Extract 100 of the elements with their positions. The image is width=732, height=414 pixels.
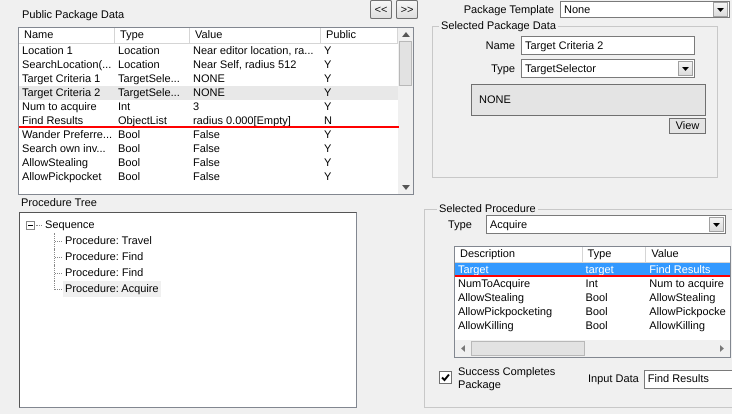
table-cell-text: Wander Preferre... <box>21 128 114 142</box>
table-row[interactable]: NumToAcquire Int Num to acquire <box>455 277 730 291</box>
column-header[interactable]: Type <box>115 28 190 43</box>
left-arrow-icon[interactable] <box>461 345 465 352</box>
table-cell-text: Bool <box>117 156 142 170</box>
table-row[interactable]: AllowKilling Bool AllowKilling <box>455 319 730 333</box>
scroll-thumb[interactable] <box>399 41 412 86</box>
table-row[interactable]: Num to acquire Int 3 Y <box>19 100 398 114</box>
table-cell-text: Bool <box>117 128 142 142</box>
table-cell-text: Target <box>457 263 490 277</box>
down-arrow-icon[interactable] <box>402 185 410 190</box>
input-data-dropdown[interactable]: Find Results <box>644 370 732 388</box>
field-label: Type <box>448 218 472 230</box>
checkbox[interactable] <box>439 371 452 384</box>
field-label: Package Template <box>464 4 554 16</box>
column-header[interactable]: Value <box>190 28 321 43</box>
scroll-thumb[interactable] <box>471 341 585 356</box>
table-cell-text: AllowStealing <box>648 291 716 305</box>
template-dropdown[interactable]: None <box>560 1 730 18</box>
table-cell-text: Find Results <box>648 263 712 277</box>
table-cell-text: AllowKilling <box>457 319 515 333</box>
type-dropdown[interactable]: TargetSelector <box>521 59 695 78</box>
table-cell-text: AllowStealing <box>21 156 90 170</box>
table-cell-text: Y <box>323 72 332 86</box>
section-title: Public Package Data <box>22 9 124 21</box>
field-label: Input Data <box>588 373 639 385</box>
field-label: Name <box>486 40 515 52</box>
table-cell-text: ObjectList <box>117 114 168 128</box>
table-cell-text: NumToAcquire <box>457 277 532 291</box>
vertical-scrollbar[interactable] <box>398 28 413 194</box>
table-cell-text: Near Self, radius 512 <box>192 58 298 72</box>
value-button[interactable]: NONE <box>471 84 706 116</box>
type-dropdown[interactable]: Acquire <box>486 215 726 234</box>
dropdown-arrow-icon <box>712 222 720 226</box>
table-cell-text: target <box>584 263 615 277</box>
table-row[interactable]: Find Results ObjectList radius 0.000[Empty] N <box>19 114 398 128</box>
table-cell-text: N <box>323 114 333 128</box>
table-cell-text: Y <box>323 86 332 100</box>
table-row[interactable]: Location 1 Location Near editor location, ra... Y <box>19 44 398 58</box>
table-cell-text: SearchLocation(... <box>21 58 112 72</box>
table-cell-text: AllowKilling <box>648 319 706 333</box>
table-cell-text: radius 0.000[Empty] <box>192 114 292 128</box>
table-cell-text: AllowPickpocketing <box>457 305 554 319</box>
table-row[interactable]: Target Criteria 1 TargetSele... NONE Y <box>19 72 398 86</box>
table-cell-text: Location 1 <box>21 44 74 58</box>
table-cell-text: NONE <box>192 72 226 86</box>
table-cell-text: Y <box>323 170 332 184</box>
nav-button[interactable]: >> <box>396 0 418 19</box>
column-header[interactable]: Name <box>19 28 115 43</box>
tree-item[interactable]: Procedure: Acquire <box>63 281 161 297</box>
table-cell-text: Bool <box>584 291 609 305</box>
right-arrow-icon[interactable] <box>720 345 724 352</box>
table-cell-text: Find Results <box>21 114 84 128</box>
column-header[interactable]: Value <box>646 247 730 262</box>
table-cell-text: False <box>192 170 221 184</box>
view-button[interactable]: View <box>669 118 706 134</box>
dropdown-arrow-icon <box>717 8 724 12</box>
column-header[interactable]: Description <box>455 247 583 262</box>
section-title: Procedure Tree <box>21 197 98 209</box>
table-row[interactable]: AllowPickpocketing Bool AllowPickpocke <box>455 305 730 319</box>
table-row[interactable]: AllowStealing Bool AllowStealing <box>455 291 730 305</box>
table-cell-text: Y <box>323 142 332 156</box>
column-header[interactable]: Type <box>582 247 646 262</box>
table-row[interactable]: AllowStealing Bool False Y <box>19 156 398 170</box>
table-row[interactable]: Wander Preferre... Bool False Y <box>19 128 398 142</box>
table-cell-text: Target Criteria 2 <box>21 86 102 100</box>
table-row[interactable]: Target Criteria 2 TargetSele... NONE Y <box>19 86 398 100</box>
tree-item[interactable]: Procedure: Find <box>63 249 146 265</box>
table-cell-text: Num to acquire <box>21 100 98 114</box>
horizontal-scrollbar[interactable] <box>455 340 730 357</box>
table-row[interactable]: SearchLocation(... Location Near Self, radius 512 Y <box>19 58 398 72</box>
table-cell-text: Bool <box>584 305 609 319</box>
table-cell-text: False <box>192 156 221 170</box>
table-row[interactable]: Search own inv... Bool False Y <box>19 142 398 156</box>
table-cell-text: Y <box>323 44 332 58</box>
table-cell-text: Y <box>323 128 332 142</box>
tree-item[interactable]: Procedure: Find <box>63 265 146 281</box>
table-cell-text: Num to acquire <box>648 277 725 291</box>
table-cell-text: AllowStealing <box>457 291 526 305</box>
table-cell-text: NONE <box>192 86 226 100</box>
table-cell-text: Y <box>323 156 332 170</box>
dropdown-arrow-icon <box>682 66 689 70</box>
table-cell-text: False <box>192 142 221 156</box>
table-cell-text: 3 <box>192 100 200 114</box>
checkbox-label[interactable]: Success Completes Package <box>458 366 570 392</box>
table-cell-text: Bool <box>584 319 609 333</box>
tree-item[interactable]: Procedure: Travel <box>63 233 154 249</box>
table-cell-text: Bool <box>117 142 142 156</box>
table-row[interactable]: AllowPickpocket Bool False Y <box>19 170 398 184</box>
group-title: Selected Package Data <box>440 20 557 32</box>
table-cell-text: Y <box>323 100 332 114</box>
up-arrow-icon[interactable] <box>402 32 410 37</box>
collapse-icon[interactable] <box>26 220 35 230</box>
table-cell-text: Bool <box>117 170 142 184</box>
tree-item[interactable]: Sequence <box>43 217 97 233</box>
nav-button[interactable]: << <box>370 0 392 19</box>
table-cell-text: Location <box>117 44 161 58</box>
name-input[interactable]: Target Criteria 2 <box>521 36 695 55</box>
group-title: Selected Procedure <box>438 203 537 215</box>
table-cell-text: AllowPickpocket <box>21 170 102 184</box>
